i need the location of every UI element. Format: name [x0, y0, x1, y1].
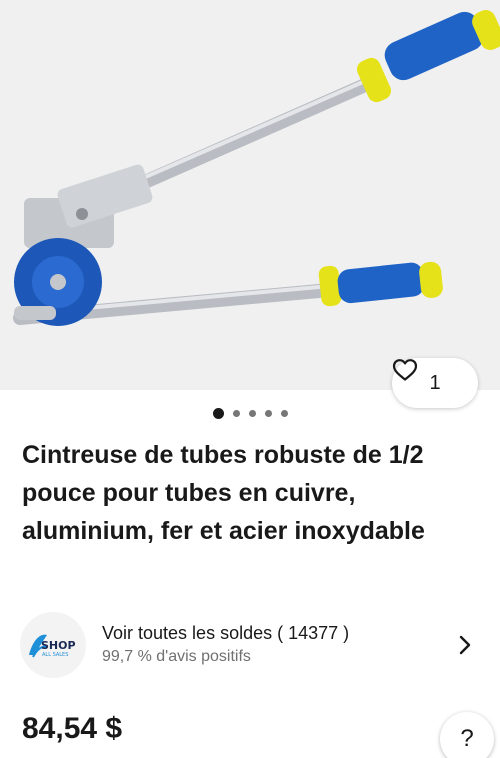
seller-info: Voir toutes les soldes ( 14377 ) 99,7 % … — [102, 621, 456, 669]
chevron-right-icon[interactable] — [456, 634, 474, 656]
store-link[interactable]: Voir toutes les soldes ( 14377 ) — [102, 621, 456, 645]
carousel-dot-5[interactable] — [280, 409, 288, 417]
product-image[interactable]: 1 — [0, 0, 500, 408]
like-count: 1 — [429, 371, 441, 394]
heart-outline-icon — [392, 359, 418, 381]
tube-bender-illustration — [13, 10, 500, 326]
product-title: Cintreuse de tubes robuste de 1/2 pouce … — [22, 441, 425, 545]
sales-count: ( 14377 ) — [277, 623, 350, 643]
product-page: 1 Cintreuse de tubes robuste de 1/2 pouc… — [0, 0, 500, 758]
seller-feedback: 99,7 % d'avis positifs — [102, 648, 251, 665]
like-button[interactable]: 1 — [392, 358, 478, 408]
shop-logo-subtext: ALL SALES — [42, 652, 68, 658]
product-price: 84,54 $ — [22, 712, 123, 745]
store-link-label: Voir toutes les soldes — [102, 623, 273, 643]
carousel-indicator — [0, 406, 500, 420]
seller-row[interactable]: SHOP ALL SALES Voir toutes les soldes ( … — [20, 612, 480, 678]
help-label: ? — [460, 725, 474, 752]
carousel-dot-3[interactable] — [248, 409, 256, 417]
shop-logo-text: SHOP — [41, 639, 76, 652]
carousel-dot-1[interactable] — [212, 407, 224, 419]
seller-avatar: SHOP ALL SALES — [20, 612, 86, 678]
carousel-dot-2[interactable] — [232, 409, 240, 417]
carousel-dot-4[interactable] — [264, 409, 272, 417]
help-button[interactable]: ? — [440, 712, 494, 758]
shop-logo: SHOP ALL SALES — [29, 634, 76, 658]
